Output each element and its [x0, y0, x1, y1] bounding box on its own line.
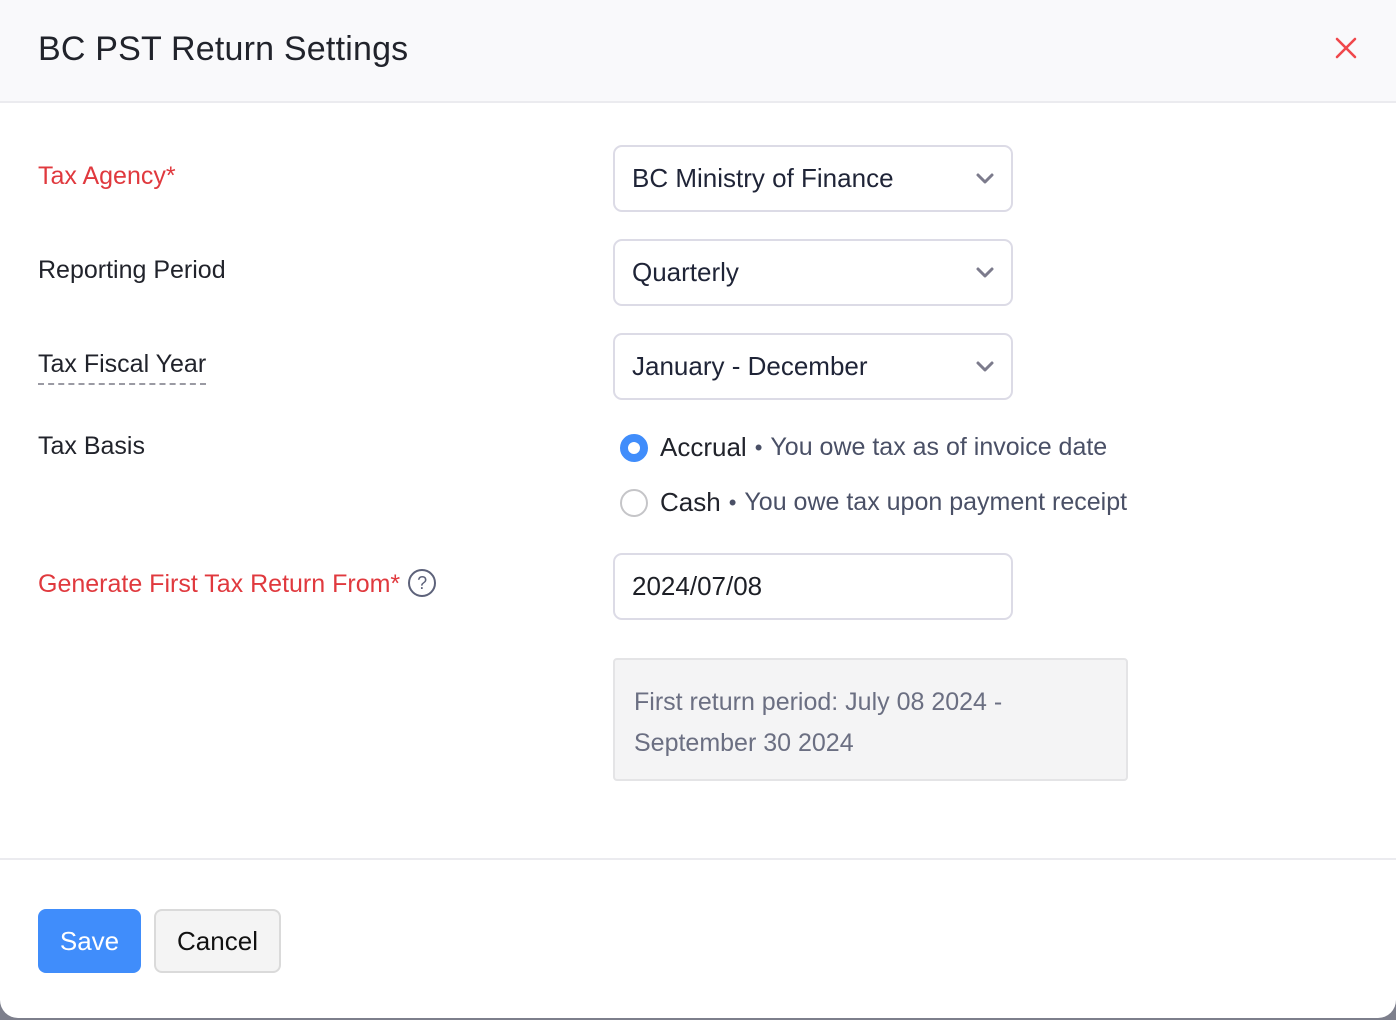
tax-agency-value: BC Ministry of Finance [632, 163, 894, 193]
reporting-period-select[interactable]: Quarterly [613, 239, 1013, 306]
tax-basis-option-accrual[interactable]: Accrual • You owe tax as of invoice date [620, 432, 1107, 463]
first-return-date-value: 2024/07/08 [632, 571, 763, 601]
close-x-icon [1335, 37, 1357, 59]
reporting-period-value: Quarterly [632, 257, 739, 287]
radio-description: You owe tax upon payment receipt [744, 488, 1128, 516]
dialog-footer: Save Cancel [0, 858, 1396, 1018]
return-settings-dialog: BC PST Return Settings Tax Agency* BC Mi… [0, 0, 1396, 1018]
help-question-icon[interactable]: ? [408, 569, 437, 598]
first-return-period-info: First return period: July 08 2024 - Sept… [613, 658, 1128, 781]
dialog-header: BC PST Return Settings [0, 0, 1396, 103]
tax-fiscal-year-label[interactable]: Tax Fiscal Year [38, 350, 207, 385]
tax-fiscal-year-value: January - December [632, 351, 868, 381]
tax-agency-label: Tax Agency* [38, 162, 176, 190]
radio-label: Cash [660, 487, 721, 517]
dialog-title: BC PST Return Settings [38, 30, 409, 68]
radio-checked[interactable] [620, 433, 648, 462]
radio-unchecked[interactable] [620, 488, 648, 517]
close-button[interactable] [1332, 34, 1360, 62]
radio-description: You owe tax as of invoice date [770, 433, 1108, 461]
tax-fiscal-year-select[interactable]: January - December [613, 333, 1013, 400]
info-line-2: September 30 2024 [634, 729, 854, 757]
tax-agency-select[interactable]: BC Ministry of Finance [613, 145, 1013, 212]
first-return-from-label-text: Generate First Tax Return From* [38, 570, 401, 598]
bullet-separator: • [728, 489, 737, 515]
info-line-1: First return period: July 08 2024 - [634, 688, 1003, 716]
reporting-period-label: Reporting Period [38, 256, 226, 284]
bullet-separator: • [754, 434, 763, 460]
tax-basis-label: Tax Basis [38, 432, 145, 460]
chevron-down-icon [976, 361, 994, 372]
chevron-down-icon [976, 173, 994, 184]
first-return-from-label: Generate First Tax Return From*? [38, 569, 437, 599]
first-return-date-input[interactable]: 2024/07/08 [613, 553, 1013, 620]
radio-label: Accrual [660, 432, 747, 462]
tax-basis-option-cash[interactable]: Cash • You owe tax upon payment receipt [620, 487, 1127, 518]
chevron-down-icon [976, 267, 994, 278]
cancel-button[interactable]: Cancel [154, 909, 281, 973]
save-button[interactable]: Save [38, 909, 141, 973]
